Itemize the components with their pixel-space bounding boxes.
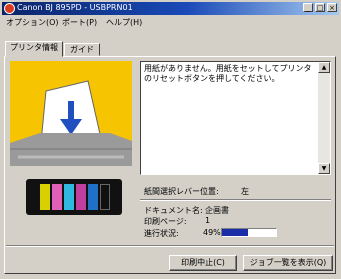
menu-port[interactable]: ポート(P) — [62, 17, 97, 28]
title-bar[interactable]: Canon BJ 895PD - USBPRN01 _ □ × — [2, 2, 339, 15]
document-value: 企画書 — [205, 206, 229, 215]
progress-percent: 49% — [203, 228, 221, 237]
button-separator — [6, 245, 334, 247]
ink-tank-yellow — [40, 184, 50, 210]
ink-tank-indicator — [26, 179, 122, 215]
page-label: 印刷ページ: — [144, 217, 187, 226]
ink-tank-cyan — [64, 184, 74, 210]
progress-label: 進行状況: — [144, 229, 179, 238]
window-title: Canon BJ 895PD - USBPRN01 — [17, 3, 133, 12]
ink-tank-photo-magenta — [76, 184, 86, 210]
show-job-list-button[interactable]: ジョブ一覧を表示(Q) — [243, 255, 333, 271]
document-label: ドキュメント名: — [144, 206, 203, 215]
ink-tank-black — [100, 184, 110, 210]
progress-bar — [221, 228, 277, 237]
scroll-up-icon[interactable]: ▲ — [318, 62, 330, 73]
menu-bar: オプション(O) ポート(P) ヘルプ(H) — [2, 16, 339, 28]
canon-app-icon — [4, 3, 15, 14]
maximize-button[interactable]: □ — [315, 3, 325, 12]
page-value: 1 — [205, 216, 211, 225]
progress-fill — [222, 229, 249, 236]
minimize-button[interactable]: _ — [303, 3, 313, 12]
tab-printer-info[interactable]: プリンタ情報 — [5, 41, 63, 57]
scroll-down-icon[interactable]: ▼ — [318, 163, 330, 174]
tab-guide[interactable]: ガイド — [64, 43, 100, 56]
paper-feed-illustration — [10, 61, 132, 166]
close-button[interactable]: × — [327, 3, 337, 12]
ink-tank-photo-cyan — [88, 184, 98, 210]
info-separator — [140, 199, 331, 201]
lever-value: 左 — [241, 187, 249, 196]
menu-options[interactable]: オプション(O) — [6, 17, 59, 28]
lever-label: 紙間選択レバー位置: — [144, 187, 219, 196]
status-message-box[interactable]: 用紙がありません。用紙をセットしてプリンタのリセットボタンを押してください。 ▲… — [140, 61, 331, 175]
status-message: 用紙がありません。用紙をセットしてプリンタのリセットボタンを押してください。 — [144, 64, 312, 83]
message-scrollbar[interactable]: ▲ ▼ — [318, 62, 330, 174]
printer-illustration-svg — [10, 80, 132, 166]
printer-status-window: Canon BJ 895PD - USBPRN01 _ □ × オプション(O)… — [0, 0, 341, 279]
menu-help[interactable]: ヘルプ(H) — [106, 17, 142, 28]
cancel-printing-button[interactable]: 印刷中止(C) — [169, 255, 237, 271]
ink-tank-magenta — [52, 184, 62, 210]
